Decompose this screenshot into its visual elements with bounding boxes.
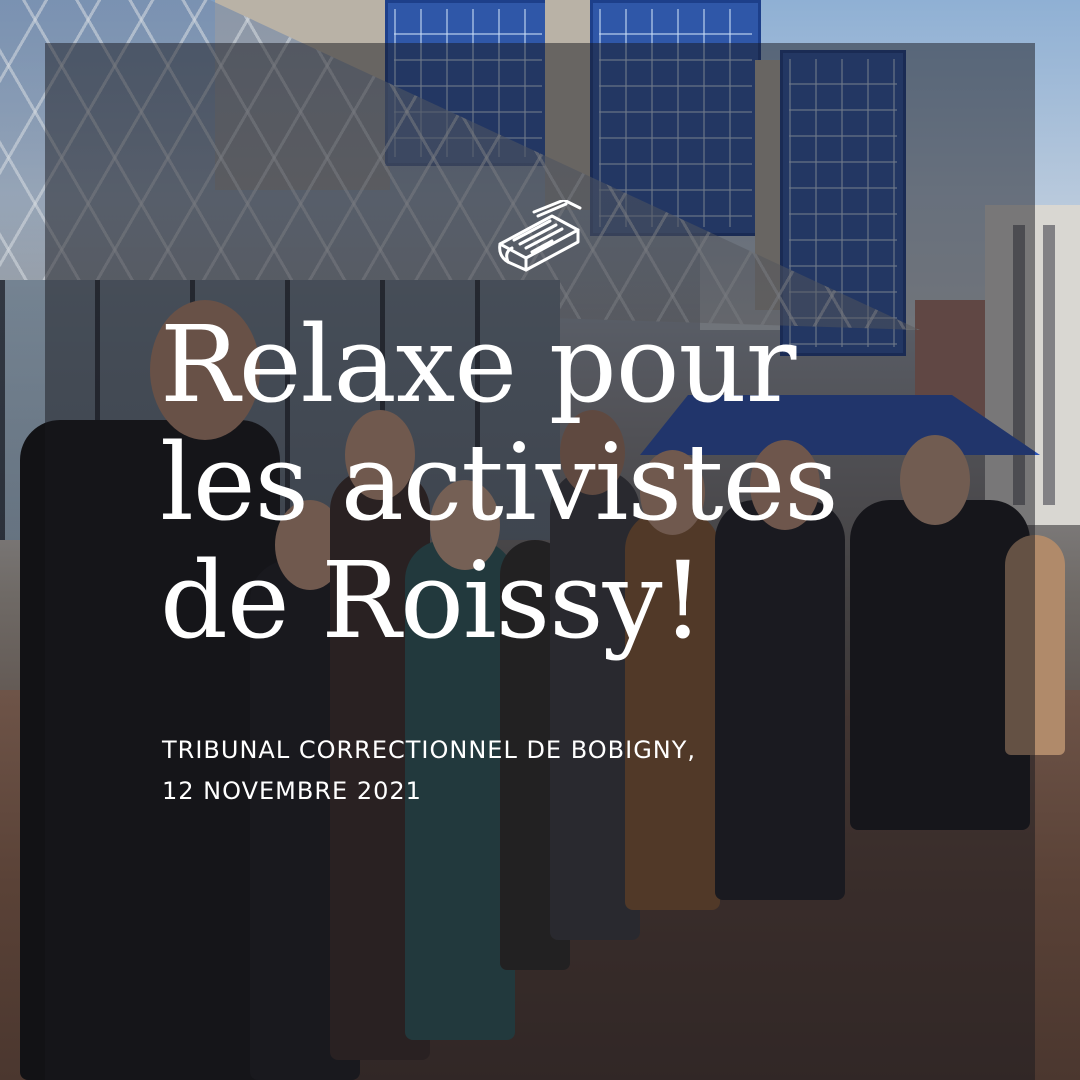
headline: Relaxe pour les activistes de Roissy! xyxy=(160,306,1060,660)
subtitle: TRIBUNAL CORRECTIONNEL DE BOBIGNY, 12 NO… xyxy=(162,730,1022,812)
headline-line: les activistes xyxy=(160,421,839,544)
headline-line: de Roissy! xyxy=(160,539,704,662)
post-image: Relaxe pour les activistes de Roissy! TR… xyxy=(0,0,1080,1080)
subtitle-line: TRIBUNAL CORRECTIONNEL DE BOBIGNY, xyxy=(162,736,697,764)
headline-line: Relaxe pour xyxy=(160,303,796,426)
newspaper-icon xyxy=(498,200,582,272)
subtitle-line: 12 NOVEMBRE 2021 xyxy=(162,777,422,805)
